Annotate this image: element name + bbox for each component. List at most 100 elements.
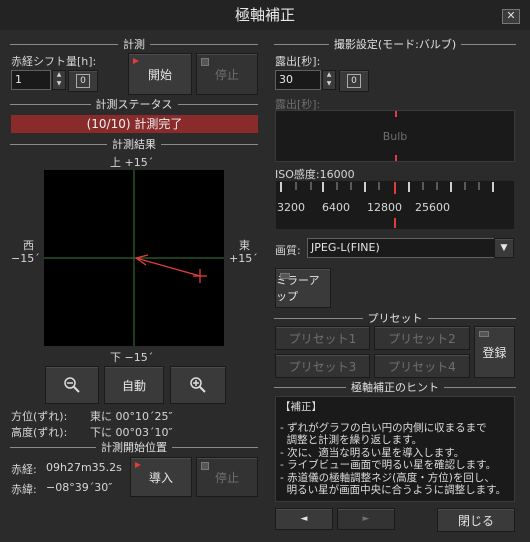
polar-plot — [44, 170, 224, 346]
section-capture-label: 撮影設定(モード:バルブ) — [333, 38, 457, 51]
hint-line: 調整と計測を繰り返します。 — [280, 434, 423, 446]
zoom-out-icon — [64, 377, 80, 393]
exposure-zero-button[interactable]: 0 — [339, 70, 369, 92]
bulb-text: Bulb — [382, 130, 408, 143]
auto-zoom-label: 自動 — [121, 378, 146, 393]
import-label: 導入 — [148, 470, 173, 485]
iso-tick-label: 3200 — [277, 201, 305, 214]
preset-register-button[interactable]: 登録 — [474, 326, 515, 378]
north-label: 上 +15´ — [110, 156, 154, 169]
dec-value: −08°39´30″ — [46, 481, 113, 494]
arrow-right-icon: ► — [362, 514, 370, 524]
hint-next-button[interactable]: ► — [337, 508, 395, 530]
hint-prev-button[interactable]: ◄ — [275, 508, 333, 530]
section-result-label: 計測結果 — [112, 138, 156, 151]
section-capture: 撮影設定(モード:バルブ) — [274, 37, 517, 51]
ra-value: 09h27m35.2s — [46, 461, 122, 474]
spin-up-icon[interactable]: ▲ — [323, 71, 335, 80]
dec-label: 赤緯: — [11, 483, 37, 496]
altitude-value: 下に 00°03´10″ — [90, 426, 173, 439]
close-dialog-button[interactable]: 閉じる — [437, 508, 515, 532]
hint-line: 明るい星が画面中央に合うように調整します。 — [280, 484, 507, 496]
preset-1-button[interactable]: プリセット1 — [275, 326, 370, 350]
gray-flag-icon — [201, 58, 209, 66]
shift-zero-button[interactable]: 0 — [68, 70, 98, 92]
east-value: +15´ — [229, 252, 258, 265]
section-hint-label: 極軸補正のヒント — [351, 381, 439, 394]
red-flag-icon — [133, 58, 139, 64]
zero-icon: 0 — [76, 74, 90, 88]
zoom-out-button[interactable] — [45, 366, 99, 404]
arrow-left-icon: ◄ — [300, 514, 308, 524]
zoom-in-icon — [190, 377, 206, 393]
azimuth-value: 東に 00°10´25″ — [90, 410, 173, 423]
section-measure-label: 計測 — [123, 38, 145, 51]
red-flag-icon — [135, 462, 141, 468]
quality-select[interactable]: JPEG-L(FINE) — [307, 238, 495, 258]
gray-flag-icon — [479, 331, 489, 337]
iso-tick-label: 12800 — [367, 201, 402, 214]
west-label: 西 — [23, 239, 34, 252]
ra-label: 赤経: — [11, 463, 37, 476]
exposure-label: 露出[秒]: — [275, 55, 321, 68]
start-stop-button[interactable]: 停止 — [196, 457, 258, 497]
section-preset: プリセット — [274, 311, 516, 325]
start-stop-label: 停止 — [214, 470, 239, 485]
quality-dropdown-button[interactable]: ▼ — [494, 238, 514, 258]
section-preset-label: プリセット — [367, 312, 423, 325]
hint-line: - ずれがグラフの白い円の内側に収まるまで — [280, 421, 487, 434]
section-measure: 計測 — [10, 37, 258, 51]
shift-label: 赤経シフト量[h]: — [11, 55, 97, 68]
section-start-position-label: 計測開始位置 — [101, 441, 167, 454]
iso-tick-label: 6400 — [322, 201, 350, 214]
chevron-down-icon: ▼ — [500, 243, 508, 253]
hint-box: 【補正】 - ずれがグラフの白い円の内側に収まるまで 調整と計測を繰り返します。 -… — [275, 396, 515, 502]
section-hint: 極軸補正のヒント — [274, 380, 516, 394]
shift-spinner[interactable]: ▲ ▼ — [52, 70, 66, 90]
preset-3-button[interactable]: プリセット3 — [275, 354, 370, 378]
section-status-label: 計測ステータス — [95, 98, 173, 111]
measure-stop-label: 停止 — [214, 67, 239, 82]
mirror-up-button[interactable]: ミラーアップ — [275, 268, 331, 308]
spin-up-icon[interactable]: ▲ — [53, 71, 65, 80]
shift-input[interactable]: 1 — [11, 70, 51, 90]
status-bar: (10/10) 計測完了 — [11, 115, 258, 133]
quality-label: 画質: — [275, 244, 301, 257]
azimuth-label: 方位(ずれ): — [11, 410, 68, 423]
spin-down-icon[interactable]: ▼ — [53, 80, 65, 89]
zoom-in-button[interactable] — [170, 366, 226, 404]
preset-register-label: 登録 — [482, 345, 507, 360]
import-button[interactable]: 導入 — [130, 457, 192, 497]
zero-icon: 0 — [347, 74, 361, 88]
bulb-slider[interactable]: Bulb — [275, 110, 515, 162]
bulb-marker-bottom — [395, 155, 397, 161]
section-result: 計測結果 — [10, 137, 258, 151]
section-status: 計測ステータス — [10, 97, 258, 111]
spin-down-icon[interactable]: ▼ — [323, 80, 335, 89]
iso-tick-label: 25600 — [415, 201, 450, 214]
west-value: −15´ — [11, 252, 40, 265]
gray-flag-icon — [280, 273, 290, 279]
section-start-position: 計測開始位置 — [10, 440, 258, 454]
close-window-button[interactable]: ✕ — [502, 9, 520, 24]
preset-2-button[interactable]: プリセット2 — [374, 326, 470, 350]
hint-line: - 赤道儀の極軸調整ネジ(高度・方位)を回し、 — [280, 471, 495, 484]
exposure-spinner[interactable]: ▲ ▼ — [322, 70, 336, 90]
iso-slider[interactable]: 3200 6400 12800 25600 — [275, 180, 515, 230]
hint-line: - 次に、適当な明るい星を導入します。 — [280, 446, 465, 459]
measure-start-button[interactable]: 開始 — [128, 53, 192, 95]
title-bar: 極軸補正 — [0, 0, 530, 30]
measure-stop-button[interactable]: 停止 — [196, 53, 258, 95]
auto-zoom-button[interactable]: 自動 — [104, 366, 164, 404]
east-label: 東 — [239, 239, 250, 252]
measure-start-label: 開始 — [147, 67, 172, 82]
altitude-label: 高度(ずれ): — [11, 426, 68, 439]
gray-flag-icon — [201, 462, 209, 470]
south-label: 下 −15´ — [110, 351, 154, 364]
exposure-input[interactable]: 30 — [275, 70, 321, 90]
hint-heading: 【補正】 — [280, 401, 322, 413]
window-title: 極軸補正 — [234, 6, 295, 24]
preset-4-button[interactable]: プリセット4 — [374, 354, 470, 378]
bulb-marker-top — [395, 111, 397, 117]
hint-line: - ライブビュー画面で明るい星を確認します。 — [280, 459, 497, 471]
